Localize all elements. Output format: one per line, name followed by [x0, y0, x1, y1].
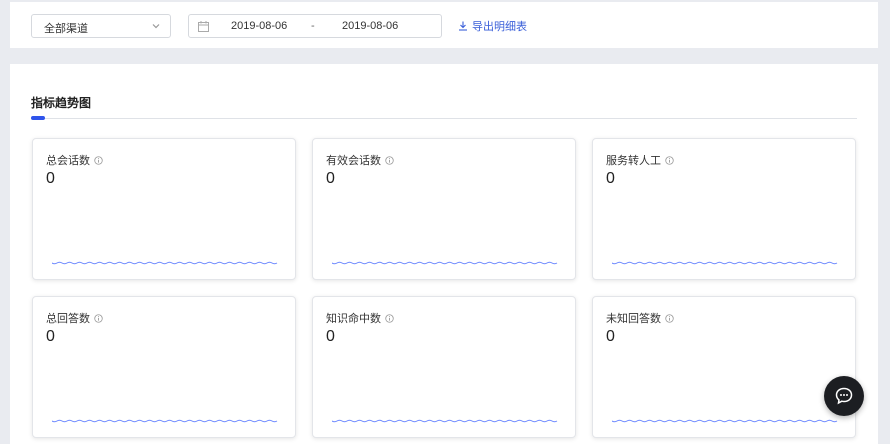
metric-value: 0 — [606, 170, 615, 187]
metric-value: 0 — [46, 328, 55, 345]
metric-label-row: 有效会话数 — [326, 152, 394, 168]
channel-select[interactable]: 全部渠道 — [31, 14, 171, 38]
sparkline — [612, 261, 838, 265]
metric-label-row: 总会话数 — [46, 152, 103, 168]
metric-value: 0 — [326, 170, 335, 187]
metric-label-row: 知识命中数 — [326, 310, 394, 326]
metric-label: 有效会话数 — [326, 155, 381, 167]
calendar-icon — [198, 21, 209, 32]
metric-label: 未知回答数 — [606, 313, 661, 325]
metric-label-row: 总回答数 — [46, 310, 103, 326]
metric-label: 总回答数 — [46, 313, 90, 325]
metric-label: 服务转人工 — [606, 155, 661, 167]
tab-indicator — [31, 116, 45, 120]
sparkline — [612, 419, 838, 423]
export-label: 导出明细表 — [472, 21, 527, 33]
metric-value: 0 — [606, 328, 615, 345]
metric-label: 总会话数 — [46, 155, 90, 167]
metric-label: 知识命中数 — [326, 313, 381, 325]
metrics-trend-section: 指标趋势图 总会话数 0 有效会话数 0 服务转人工 0 总回答数 0 知识命中数 0 未知回答数 0 — [10, 64, 878, 444]
info-icon[interactable] — [385, 155, 394, 165]
date-end[interactable]: 2019-08-06 — [342, 20, 398, 32]
info-icon[interactable] — [94, 155, 103, 165]
chevron-down-icon — [152, 24, 160, 29]
metric-card: 未知回答数 0 — [592, 296, 856, 438]
date-start[interactable]: 2019-08-06 — [231, 20, 287, 32]
sparkline — [52, 261, 278, 265]
metric-card: 有效会话数 0 — [312, 138, 576, 280]
info-icon[interactable] — [94, 313, 103, 323]
metric-value: 0 — [326, 328, 335, 345]
info-icon[interactable] — [665, 313, 674, 323]
info-icon[interactable] — [385, 313, 394, 323]
date-range-picker[interactable]: 2019-08-06 - 2019-08-06 — [188, 14, 442, 38]
date-separator: - — [311, 20, 315, 32]
chat-icon — [835, 387, 853, 405]
metric-card: 服务转人工 0 — [592, 138, 856, 280]
metric-label-row: 服务转人工 — [606, 152, 674, 168]
filter-bar: 全部渠道 2019-08-06 - 2019-08-06 导出明细表 — [10, 2, 878, 48]
metric-card: 总会话数 0 — [32, 138, 296, 280]
download-icon — [459, 21, 467, 31]
channel-select-value: 全部渠道 — [44, 23, 88, 35]
section-divider — [31, 118, 857, 119]
metric-card: 知识命中数 0 — [312, 296, 576, 438]
sparkline — [332, 419, 558, 423]
chat-button[interactable] — [824, 376, 864, 416]
export-details-link[interactable]: 导出明细表 — [458, 18, 527, 34]
info-icon[interactable] — [665, 155, 674, 165]
metric-label-row: 未知回答数 — [606, 310, 674, 326]
metric-card: 总回答数 0 — [32, 296, 296, 438]
section-title: 指标趋势图 — [31, 96, 92, 110]
metric-value: 0 — [46, 170, 55, 187]
sparkline — [52, 419, 278, 423]
sparkline — [332, 261, 558, 265]
